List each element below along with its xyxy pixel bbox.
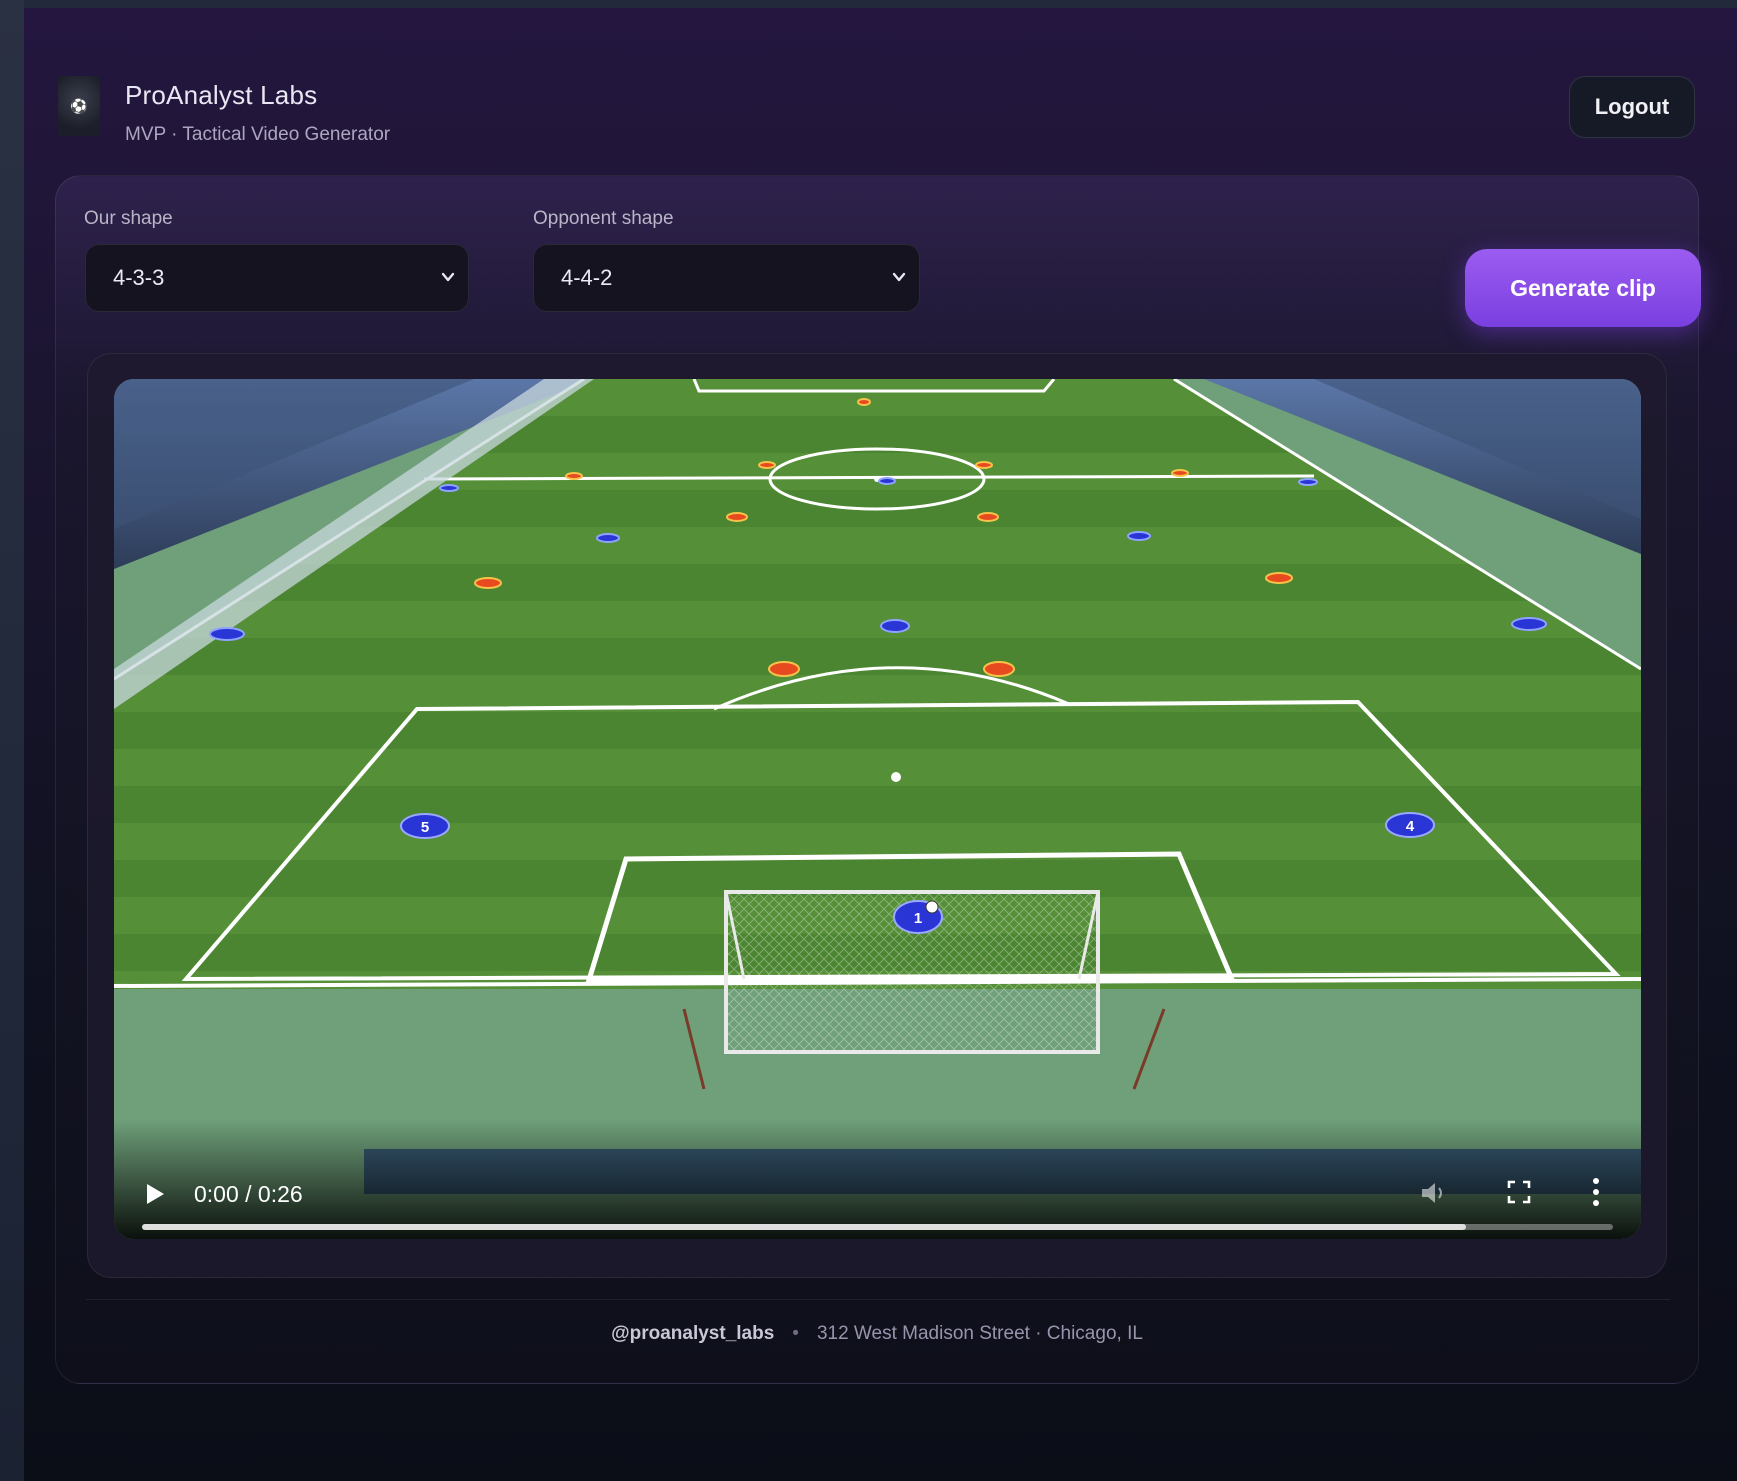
opponent-shape-value: 4-4-2 — [561, 265, 613, 290]
our-shape-label: Our shape — [84, 208, 173, 229]
brand-subtitle: MVP · Tactical Video Generator — [125, 124, 391, 145]
video-progress-bar[interactable] — [142, 1224, 1613, 1230]
svg-text:5: 5 — [421, 819, 429, 836]
video-progress-fill — [142, 1224, 1466, 1230]
brand-title: ProAnalyst Labs — [125, 80, 318, 110]
volume-icon[interactable] — [1419, 1179, 1449, 1207]
player-disc-4: 4 — [1385, 812, 1435, 838]
chevron-down-icon — [892, 272, 906, 282]
our-shape-select[interactable]: 4-3-3 — [85, 244, 469, 312]
more-vertical-icon[interactable] — [1592, 1177, 1600, 1207]
soccer-ball-icon: ⚽ — [70, 98, 88, 114]
fullscreen-icon[interactable] — [1507, 1180, 1531, 1204]
chevron-down-icon — [441, 272, 455, 282]
play-icon[interactable] — [144, 1182, 166, 1206]
video-frame-image: 5 4 1 — [114, 379, 1641, 1239]
svg-text:1: 1 — [914, 910, 922, 927]
footer: @proanalyst_labs • 312 West Madison Stre… — [56, 1323, 1698, 1345]
opponent-shape-label: Opponent shape — [533, 208, 674, 229]
footer-address: 312 West Madison Street · Chicago, IL — [816, 1323, 1143, 1344]
footer-divider — [86, 1299, 1670, 1300]
app-root: ⚽ ProAnalyst Labs MVP · Tactical Video G… — [24, 8, 1737, 1481]
logout-button[interactable]: Logout — [1569, 76, 1695, 138]
video-frame: 5 4 1 0:00 / 0:26 — [87, 353, 1667, 1278]
window-top-edge — [0, 0, 1737, 8]
opponent-shape-select[interactable]: 4-4-2 — [533, 244, 920, 312]
svg-text:4: 4 — [1406, 818, 1415, 835]
video-player[interactable]: 5 4 1 0:00 / 0:26 — [114, 379, 1641, 1239]
window-left-edge — [0, 0, 24, 1481]
footer-handle[interactable]: @proanalyst_labs — [611, 1323, 774, 1345]
video-timecode: 0:00 / 0:26 — [194, 1181, 303, 1207]
ball-icon — [925, 900, 939, 914]
video-controls-bar: 0:00 / 0:26 — [114, 1119, 1641, 1239]
generate-clip-button[interactable]: Generate clip — [1465, 249, 1701, 327]
player-disc-5: 5 — [400, 813, 450, 839]
player-disc-1: 1 — [893, 900, 943, 934]
our-shape-value: 4-3-3 — [113, 265, 165, 290]
main-card: Our shape 4-3-3 Opponent shape 4-4-2 Gen… — [55, 175, 1701, 1384]
brand-logo: ⚽ — [58, 76, 100, 136]
footer-separator: • — [792, 1323, 799, 1344]
